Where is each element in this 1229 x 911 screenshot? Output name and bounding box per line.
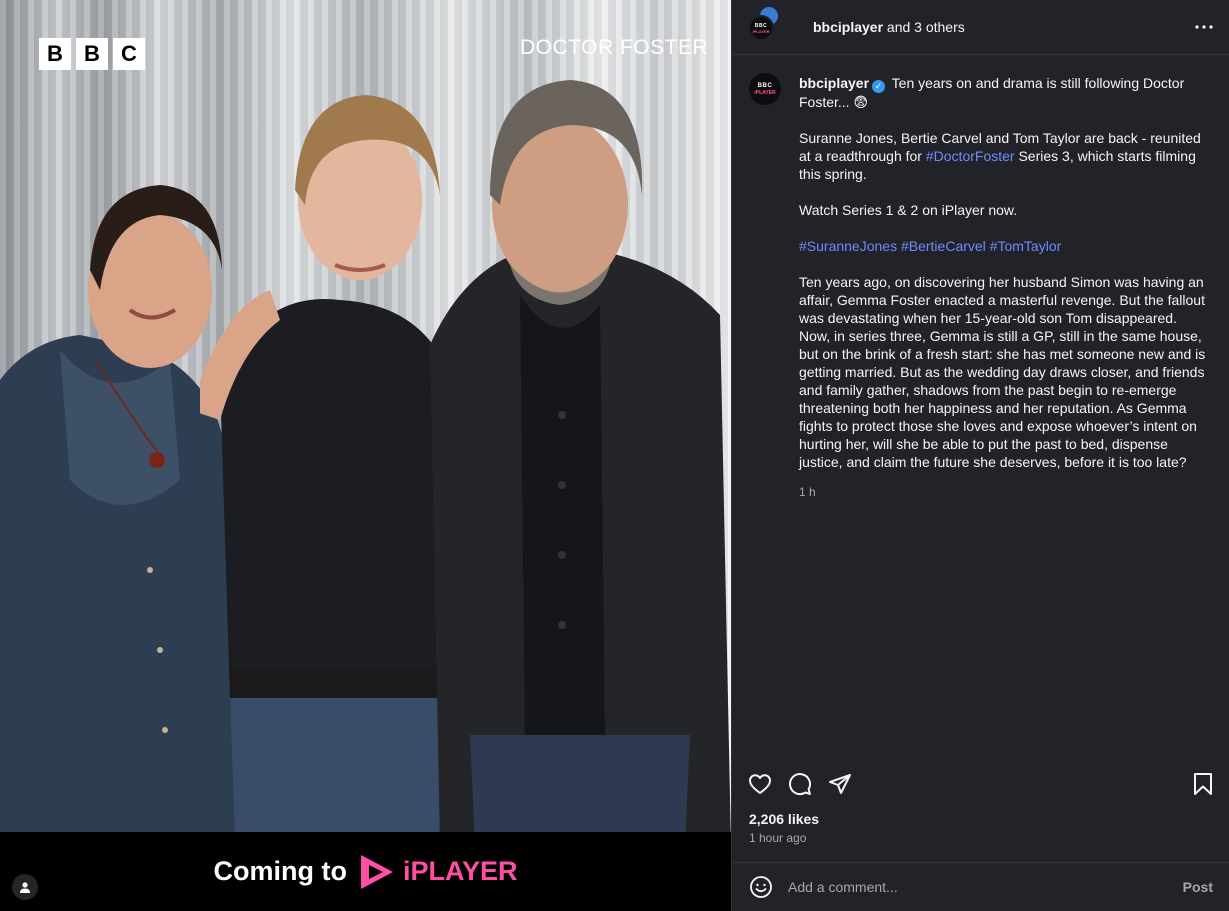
heart-icon [749,774,771,794]
post-photo: B B C DOCTOR FOSTER [0,0,731,832]
others-link[interactable]: and 3 others [883,19,965,35]
tagged-users-button[interactable] [12,874,38,900]
emoji-button[interactable] [749,875,773,899]
user-icon [20,882,30,893]
bbc-logo-letter: C [113,38,145,70]
coming-to-iplayer-banner: Coming to iPLAYER [0,832,731,911]
emoji-icon [750,876,772,898]
banner-text: Coming to [213,856,347,886]
save-button[interactable] [1192,772,1214,796]
bookmark-icon [1194,773,1212,795]
hashtag-link[interactable]: #DoctorFoster [926,148,1015,164]
iplayer-logo: iPLAYER [359,853,518,891]
bbc-logo: B B C [39,38,145,70]
comment-icon [789,773,812,796]
hashtag-link[interactable]: #TomTaylor [990,238,1062,254]
bbc-logo-letter: B [39,38,71,70]
show-title: DOCTOR FOSTER [520,36,709,59]
caption-paragraph: Ten years ago, on discovering her husban… [799,273,1206,470]
avatar-line-1: BBC [757,82,773,89]
collab-avatars[interactable]: BBC iPLAYER [748,5,788,45]
avatar-line-2: iPLAYER [754,89,776,96]
author-avatar: BBC iPLAYER [748,15,774,41]
paper-plane-icon [829,774,851,794]
comment-input[interactable] [788,879,1183,895]
post-actions-bar [748,770,1214,798]
caption-intro-paragraph: bbciplayer ✓ Ten years on and drama is st… [799,74,1209,111]
post-media[interactable]: B B C DOCTOR FOSTER Coming to iPLAYER [0,0,731,911]
like-button[interactable] [748,772,772,796]
caption-timestamp[interactable]: 1 h [799,483,1209,501]
person-right [430,80,731,832]
likes-count[interactable]: 2,206 likes [749,811,819,827]
caption-author-avatar[interactable]: BBC iPLAYER [749,73,781,105]
more-horizontal-icon [1195,25,1213,29]
share-button[interactable] [828,772,852,796]
post-authors: bbciplayer and 3 others [813,19,965,35]
author-username-link[interactable]: bbciplayer [813,19,883,35]
caption-username-link[interactable]: bbciplayer [799,75,869,91]
caption-paragraph: Suranne Jones, Bertie Carvel and Tom Tay… [799,129,1209,183]
hashtag-link[interactable]: #SuranneJones [799,238,897,254]
post-comment-button[interactable]: Post [1183,879,1213,895]
bbc-logo-letter: B [76,38,108,70]
post-time-ago[interactable]: 1 hour ago [749,831,806,845]
hashtag-link[interactable]: #BertieCarvel [901,238,986,254]
iplayer-label: iPLAYER [402,856,518,886]
iplayer-play-icon [360,854,393,889]
caption-hashtags: #SuranneJones #BertieCarvel #TomTaylor [799,237,1209,255]
post-caption: bbciplayer ✓ Ten years on and drama is st… [799,74,1209,501]
avatar-line-2: iPLAYER [752,28,770,34]
post-header: BBC iPLAYER bbciplayer and 3 others [732,0,1229,55]
comment-bar: Post [732,862,1229,911]
caption-paragraph: Watch Series 1 & 2 on iPlayer now. [799,201,1018,218]
comment-button[interactable] [788,772,812,796]
verified-badge-icon: ✓ [872,79,886,93]
more-options-button[interactable] [1195,25,1213,29]
post-details-panel: BBC iPLAYER bbciplayer and 3 others BBC … [731,0,1229,911]
